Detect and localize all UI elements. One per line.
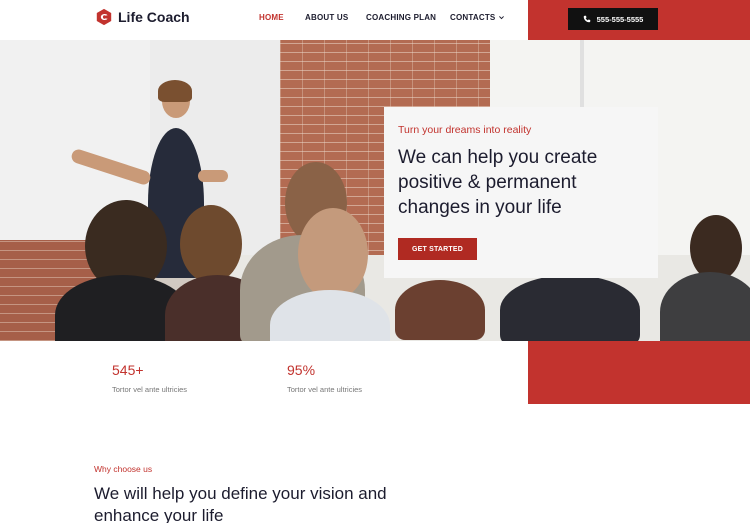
phone-number: 555-555-5555 — [596, 14, 644, 24]
phone-icon — [583, 15, 590, 23]
why-title: We will help you define your vision and … — [94, 484, 387, 523]
nav-coaching-plan[interactable]: COACHING PLAN — [366, 13, 436, 22]
audience-head — [180, 205, 242, 283]
logo-mark-icon — [96, 8, 112, 26]
nav-contacts-label: CONTACTS — [450, 13, 496, 22]
why-eyebrow: Why choose us — [94, 464, 153, 474]
nav-home[interactable]: HOME — [259, 13, 284, 22]
audience-body — [395, 280, 485, 340]
hero-card: Turn your dreams into reality We can hel… — [384, 107, 658, 278]
nav-contacts[interactable]: CONTACTS — [450, 13, 505, 22]
get-started-button[interactable]: GET STARTED — [398, 238, 477, 260]
audience-body — [500, 275, 640, 341]
stat-value: 545+ — [112, 362, 144, 378]
nav-about-us[interactable]: ABOUT US — [305, 13, 348, 22]
phone-button[interactable]: 555-555-5555 — [568, 8, 658, 30]
hero-eyebrow: Turn your dreams into reality — [398, 124, 532, 136]
accent-block — [528, 341, 750, 404]
presenter-hair — [158, 80, 192, 102]
stat-item: 545+ Tortor vel ante ultricies — [112, 362, 187, 394]
hero-headline: We can help you create positive & perman… — [398, 147, 598, 218]
logo[interactable]: Life Coach — [95, 8, 190, 26]
stat-item: 95% Tortor vel ante ultricies — [287, 362, 362, 394]
logo-text: Life Coach — [118, 9, 190, 25]
stat-value: 95% — [287, 362, 316, 378]
hero-image: Turn your dreams into reality We can hel… — [0, 40, 750, 341]
stat-label: Tortor vel ante ultricies — [287, 385, 363, 394]
stat-label: Tortor vel ante ultricies — [112, 385, 188, 394]
presenter-arm-right — [198, 170, 228, 182]
site-header: Life Coach HOME ABOUT US COACHING PLAN C… — [0, 0, 750, 40]
audience-head — [298, 208, 368, 300]
audience-head — [690, 215, 742, 281]
chevron-down-icon — [499, 16, 505, 20]
